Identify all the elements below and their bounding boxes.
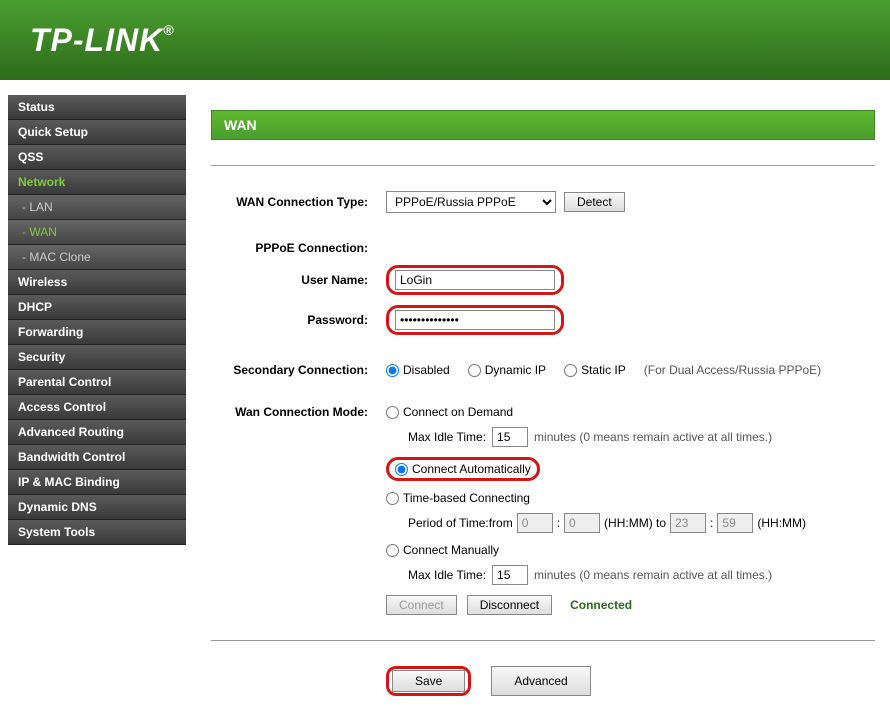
- max-idle-input-1[interactable]: [492, 427, 528, 447]
- advanced-button[interactable]: Advanced: [491, 666, 590, 696]
- disconnect-button[interactable]: Disconnect: [467, 595, 552, 615]
- divider-bottom: [211, 640, 875, 641]
- password-input[interactable]: [395, 310, 555, 330]
- mode-manual-label: Connect Manually: [403, 543, 499, 557]
- password-highlight: [386, 305, 564, 335]
- divider: [211, 165, 875, 166]
- max-idle-help-2: minutes (0 means remain active at all ti…: [534, 568, 772, 582]
- sidebar-item-wireless[interactable]: Wireless: [8, 270, 186, 295]
- period-end-label: (HH:MM): [757, 516, 806, 530]
- sidebar-item-bandwidth-control[interactable]: Bandwidth Control: [8, 445, 186, 470]
- brand-logo: TP-LINK®: [30, 22, 175, 59]
- sidebar-item-access-control[interactable]: Access Control: [8, 395, 186, 420]
- wan-conn-type-select[interactable]: PPPoE/Russia PPPoE: [386, 191, 556, 213]
- period-from-h-input[interactable]: [517, 513, 553, 533]
- sidebar-sub-lan[interactable]: - LAN: [8, 195, 186, 220]
- colon-2: :: [710, 516, 713, 530]
- mode-auto-radio[interactable]: [395, 463, 408, 476]
- max-idle-help-1: minutes (0 means remain active at all ti…: [534, 430, 772, 444]
- sidebar-sub-mac-clone[interactable]: - MAC Clone: [8, 245, 186, 270]
- pppoe-section-label: PPPoE Connection:: [211, 241, 386, 255]
- sidebar-item-ip-mac-binding[interactable]: IP & MAC Binding: [8, 470, 186, 495]
- wan-mode-label: Wan Connection Mode:: [211, 405, 386, 419]
- sidebar-nav: Status Quick Setup QSS Network - LAN - W…: [0, 80, 186, 716]
- period-to-h-input[interactable]: [670, 513, 706, 533]
- mode-time-radio[interactable]: [386, 492, 399, 505]
- username-highlight: [386, 265, 564, 295]
- content-area: WAN WAN Connection Type: PPPoE/Russia PP…: [186, 80, 890, 716]
- mode-auto-highlight: Connect Automatically: [386, 457, 540, 481]
- secondary-static-radio[interactable]: [564, 364, 577, 377]
- connection-status: Connected: [570, 598, 632, 612]
- mode-demand-label: Connect on Demand: [403, 405, 513, 419]
- sidebar-item-advanced-routing[interactable]: Advanced Routing: [8, 420, 186, 445]
- max-idle-input-2[interactable]: [492, 565, 528, 585]
- username-input[interactable]: [395, 270, 555, 290]
- secondary-static-label: Static IP: [581, 363, 626, 377]
- password-label: Password:: [211, 313, 386, 327]
- detect-button[interactable]: Detect: [564, 192, 625, 212]
- sidebar-item-status[interactable]: Status: [8, 95, 186, 120]
- sidebar-item-dynamic-dns[interactable]: Dynamic DNS: [8, 495, 186, 520]
- sidebar-item-quick-setup[interactable]: Quick Setup: [8, 120, 186, 145]
- mode-auto-label: Connect Automatically: [412, 462, 531, 476]
- secondary-dynamic-radio[interactable]: [468, 364, 481, 377]
- colon-1: :: [557, 516, 560, 530]
- sidebar-item-forwarding[interactable]: Forwarding: [8, 320, 186, 345]
- secondary-disabled-radio[interactable]: [386, 364, 399, 377]
- mode-time-label: Time-based Connecting: [403, 491, 530, 505]
- period-from-label: Period of Time:from: [408, 516, 513, 530]
- period-to-label: (HH:MM) to: [604, 516, 666, 530]
- sidebar-item-system-tools[interactable]: System Tools: [8, 520, 186, 545]
- sidebar-item-parental-control[interactable]: Parental Control: [8, 370, 186, 395]
- secondary-disabled-label: Disabled: [403, 363, 450, 377]
- period-to-m-input[interactable]: [717, 513, 753, 533]
- mode-manual-radio[interactable]: [386, 544, 399, 557]
- sidebar-item-security[interactable]: Security: [8, 345, 186, 370]
- username-label: User Name:: [211, 273, 386, 287]
- sidebar-item-qss[interactable]: QSS: [8, 145, 186, 170]
- sidebar-item-network[interactable]: Network: [8, 170, 186, 195]
- secondary-help-text: (For Dual Access/Russia PPPoE): [644, 363, 821, 377]
- page-title: WAN: [211, 110, 875, 140]
- sidebar-item-dhcp[interactable]: DHCP: [8, 295, 186, 320]
- wan-conn-type-label: WAN Connection Type:: [211, 195, 386, 209]
- period-from-m-input[interactable]: [564, 513, 600, 533]
- mode-demand-radio[interactable]: [386, 406, 399, 419]
- secondary-dynamic-label: Dynamic IP: [485, 363, 546, 377]
- max-idle-label-2: Max Idle Time:: [408, 568, 486, 582]
- connect-button[interactable]: Connect: [386, 595, 457, 615]
- save-highlight: Save: [386, 666, 471, 696]
- header: TP-LINK®: [0, 0, 890, 80]
- secondary-conn-label: Secondary Connection:: [211, 363, 386, 377]
- save-button[interactable]: Save: [392, 670, 465, 692]
- max-idle-label-1: Max Idle Time:: [408, 430, 486, 444]
- sidebar-sub-wan[interactable]: - WAN: [8, 220, 186, 245]
